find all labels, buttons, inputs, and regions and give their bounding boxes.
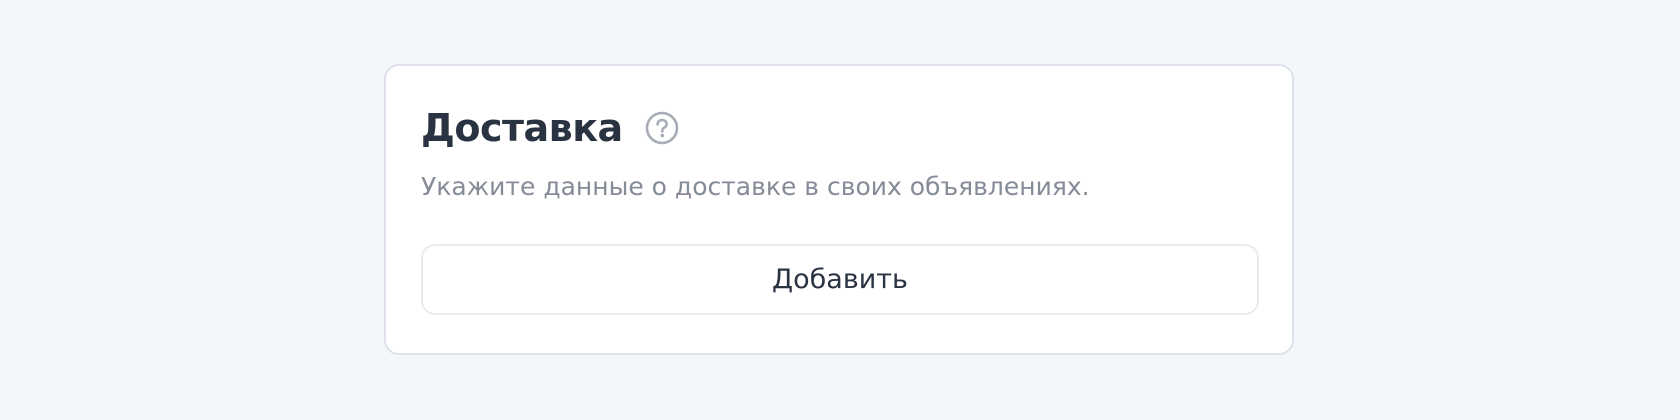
card-header: Доставка bbox=[421, 104, 679, 152]
help-question-icon[interactable] bbox=[645, 111, 679, 145]
delivery-card: Доставка Укажите данные о доставке в сво… bbox=[384, 64, 1294, 355]
question-circle-icon bbox=[645, 111, 678, 145]
add-button[interactable]: Добавить bbox=[421, 244, 1259, 315]
card-description: Укажите данные о доставке в своих объявл… bbox=[421, 172, 1090, 201]
card-title: Доставка bbox=[421, 106, 623, 150]
